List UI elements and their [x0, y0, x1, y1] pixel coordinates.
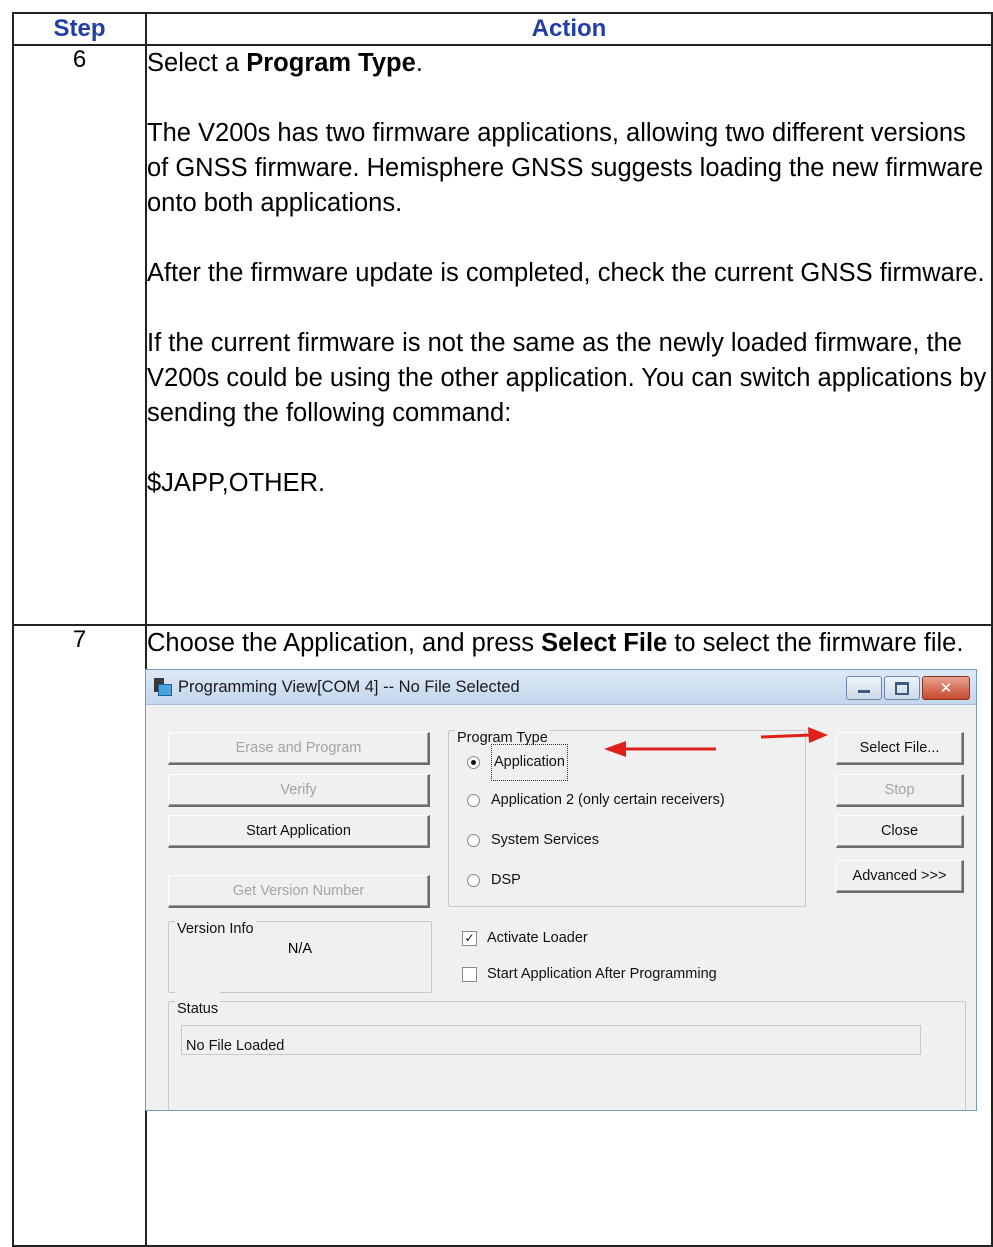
radio-label: Application 2 (only certain receivers) [491, 792, 725, 808]
activate-loader-checkbox[interactable]: ✓ Activate Loader [462, 921, 588, 956]
text-fragment: . [415, 49, 423, 77]
advanced-button[interactable]: Advanced >>> [836, 860, 964, 893]
radio-button-checked[interactable] [467, 756, 480, 769]
radio-button[interactable] [467, 794, 480, 807]
window-title: Programming View[COM 4] -- No File Selec… [178, 677, 520, 696]
radio-application[interactable]: Application [467, 744, 568, 781]
minimize-button[interactable] [846, 676, 882, 700]
checkbox-label: Start Application After Programming [487, 966, 717, 982]
radio-dsp[interactable]: DSP [467, 863, 521, 898]
close-button[interactable]: Close [836, 815, 964, 848]
status-label: Status [175, 992, 221, 1027]
minimize-icon [858, 689, 870, 693]
get-version-number-button[interactable]: Get Version Number [168, 875, 430, 908]
instruction-text: Select a Program Type. [147, 46, 991, 81]
action-header: Action [145, 12, 993, 46]
verify-button[interactable]: Verify [168, 774, 430, 807]
maximize-icon [895, 681, 909, 695]
radio-button[interactable] [467, 874, 480, 887]
checkbox-label: Activate Loader [487, 930, 588, 946]
window-controls: ✕ [846, 676, 970, 700]
start-application-button[interactable]: Start Application [168, 815, 430, 848]
radio-system-services[interactable]: System Services [467, 823, 599, 858]
paragraph: After the firmware update is completed, … [147, 259, 985, 287]
version-info-group: Version Info N/A [168, 912, 432, 993]
command-text: $JAPP,OTHER. [147, 469, 326, 497]
table-row: 6 Select a Program Type. The V200s has t… [12, 44, 993, 626]
erase-and-program-button[interactable]: Erase and Program [168, 732, 430, 765]
version-value: N/A [287, 941, 313, 957]
status-group: Status No File Loaded [168, 992, 966, 1110]
radio-label: System Services [491, 832, 599, 848]
radio-label: DSP [491, 872, 521, 888]
programming-view-dialog: Programming View[COM 4] -- No File Selec… [145, 669, 977, 1111]
paragraph: If the current firmware is not the same … [147, 329, 987, 427]
radio-button[interactable] [467, 834, 480, 847]
text-fragment: to select the firmware file. [667, 629, 964, 657]
text-fragment: Choose the Application, and press [147, 629, 542, 657]
title-bar[interactable]: Programming View[COM 4] -- No File Selec… [146, 670, 976, 705]
header-row: Step Action [12, 12, 993, 46]
paragraph: The V200s has two firmware applications,… [147, 119, 984, 217]
step-number: 7 [12, 624, 147, 1247]
table-row: 7 Choose the Application, and press Sele… [12, 624, 993, 1247]
close-window-button[interactable]: ✕ [922, 676, 970, 700]
procedure-table: Step Action 6 Select a Program Type. The… [12, 12, 993, 1247]
radio-application-2[interactable]: Application 2 (only certain receivers) [467, 783, 725, 818]
checkbox-checked[interactable]: ✓ [462, 931, 477, 946]
program-type-group: Program Type Application Application 2 (… [448, 721, 806, 907]
emphasis-text: Program Type [246, 49, 416, 77]
step-number: 6 [12, 44, 147, 626]
maximize-button[interactable] [884, 676, 920, 700]
step-header: Step [12, 12, 147, 46]
status-field: No File Loaded [181, 1025, 921, 1055]
app-icon [154, 678, 172, 696]
emphasis-text: Select File [541, 629, 668, 657]
instruction-text: Choose the Application, and press Select… [147, 626, 991, 661]
action-cell: Choose the Application, and press Select… [145, 624, 993, 1247]
start-after-programming-checkbox[interactable]: Start Application After Programming [462, 957, 717, 992]
radio-label: Application [491, 744, 568, 781]
close-icon: ✕ [939, 678, 953, 697]
stop-button[interactable]: Stop [836, 774, 964, 807]
action-cell: Select a Program Type. The V200s has two… [145, 44, 993, 626]
select-file-button[interactable]: Select File... [836, 732, 964, 765]
checkbox[interactable] [462, 967, 477, 982]
text-fragment: Select a [147, 49, 247, 77]
